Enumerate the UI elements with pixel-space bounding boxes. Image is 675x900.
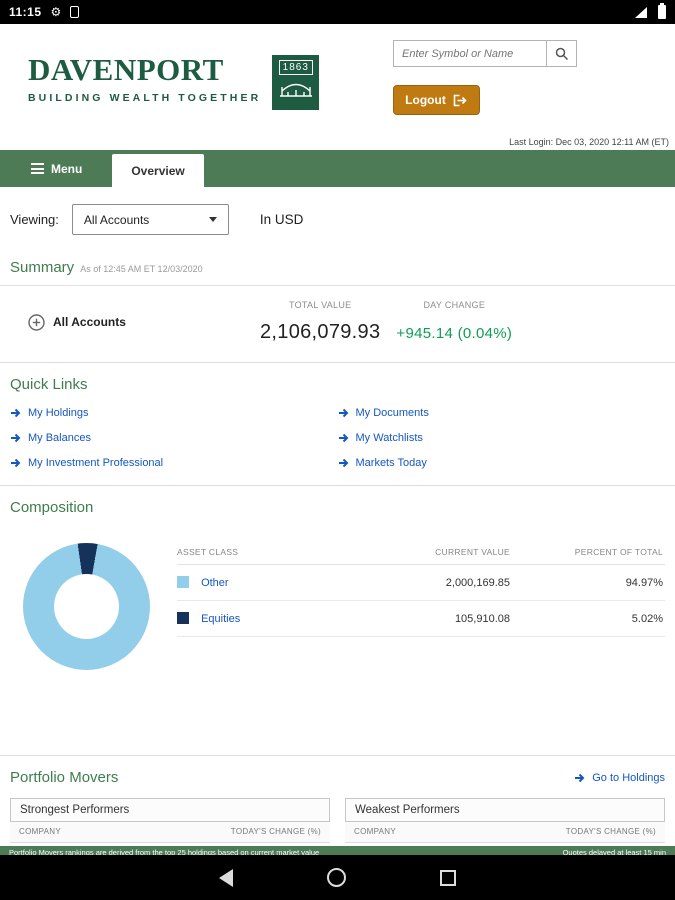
android-nav-bar <box>0 855 675 900</box>
arrow-right-icon <box>338 433 348 443</box>
table-row-other: Other 2,000,169.85 94.97% <box>177 565 665 601</box>
quick-links-grid: My Holdings My Documents My Balances My … <box>10 407 665 469</box>
symbol-search <box>393 40 577 67</box>
arrow-right-icon <box>11 433 21 443</box>
other-current-value: 2,000,169.85 <box>445 576 510 589</box>
total-value-label: TOTAL VALUE <box>288 300 352 310</box>
menu-button[interactable]: Menu <box>0 150 92 187</box>
summary-title: Summary <box>10 259 75 276</box>
account-name: All Accounts <box>53 315 126 329</box>
screenshot-icon <box>70 6 80 18</box>
arrow-right-icon <box>11 408 21 418</box>
equities-percent: 5.02% <box>631 612 663 625</box>
weakest-performers-title: Weakest Performers <box>345 798 665 822</box>
col-todays-change: TODAY'S CHANGE (%) <box>565 827 656 836</box>
viewing-row: Viewing: All Accounts In USD <box>10 204 665 235</box>
summary-row: All Accounts TOTAL VALUE 2,106,079.93 DA… <box>0 286 675 362</box>
bridge-icon <box>279 83 312 97</box>
quick-links-title: Quick Links <box>10 376 88 393</box>
recents-icon[interactable] <box>440 869 456 886</box>
portfolio-movers-title: Portfolio Movers <box>10 769 119 786</box>
arrow-right-icon <box>338 458 348 468</box>
menu-label: Menu <box>51 161 83 176</box>
arrow-right-icon <box>575 773 585 782</box>
link-markets-today[interactable]: Markets Today <box>338 457 666 469</box>
summary-header: Summary As of 12:45 AM ET 12/03/2020 <box>0 235 675 286</box>
composition-donut <box>23 543 150 670</box>
col-company: COMPANY <box>19 827 61 836</box>
link-my-balances[interactable]: My Balances <box>10 432 338 444</box>
link-my-watchlists[interactable]: My Watchlists <box>338 432 666 444</box>
arrow-right-icon <box>338 408 348 418</box>
accounts-dropdown[interactable]: All Accounts <box>71 204 229 235</box>
portfolio-movers-section: Portfolio Movers Go to Holdings Stronges… <box>0 755 675 855</box>
composition-table-header: ASSET CLASS CURRENT VALUE PERCENT OF TOT… <box>177 547 665 565</box>
composition-table: ASSET CLASS CURRENT VALUE PERCENT OF TOT… <box>177 547 665 637</box>
weakest-performers-panel: Weakest Performers COMPANY TODAY'S CHANG… <box>345 798 665 843</box>
strongest-performers-title: Strongest Performers <box>10 798 330 822</box>
col-company: COMPANY <box>354 827 396 836</box>
asset-class-link-other[interactable]: Other <box>201 577 229 589</box>
movers-disclaimer: Portfolio Movers rankings are derived fr… <box>0 846 675 855</box>
other-percent: 94.97% <box>625 576 663 589</box>
quick-links-section: Quick Links My Holdings My Documents My … <box>0 363 675 485</box>
summary-as-of: As of 12:45 AM ET 12/03/2020 <box>80 264 203 274</box>
accounts-dropdown-value: All Accounts <box>83 212 150 227</box>
plus-circle-icon <box>28 313 45 331</box>
app-content: DAVENPORT BUILDING WEALTH TOGETHER 1863 … <box>0 24 675 855</box>
gear-icon: ⚙ <box>50 5 62 19</box>
back-icon[interactable] <box>219 868 233 887</box>
hamburger-icon <box>31 163 44 174</box>
clock: 11:15 <box>9 5 42 19</box>
currency-note: In USD <box>259 212 304 227</box>
col-todays-change: TODAY'S CHANGE (%) <box>230 827 321 836</box>
viewing-label: Viewing: <box>10 212 59 227</box>
search-input[interactable] <box>394 41 546 66</box>
asset-class-link-equities[interactable]: Equities <box>201 613 240 625</box>
col-percent-of-total: PERCENT OF TOTAL <box>574 547 663 557</box>
logo-wordmark: DAVENPORT <box>28 52 224 87</box>
search-icon <box>555 47 568 60</box>
total-value-block: TOTAL VALUE 2,106,079.93 <box>260 300 380 344</box>
android-status-bar: 11:15 ⚙ <box>0 0 675 24</box>
table-row-equities: Equities 105,910.08 5.02% <box>177 601 665 637</box>
account-expander[interactable]: All Accounts <box>28 313 218 331</box>
main-nav-bar: Menu Overview <box>0 150 675 187</box>
equities-current-value: 105,910.08 <box>454 612 510 625</box>
day-change-block: DAY CHANGE +945.14 (0.04%) <box>396 300 512 344</box>
chevron-down-icon <box>208 217 217 222</box>
last-login-text: Last Login: Dec 03, 2020 12:11 AM (ET) <box>509 137 669 147</box>
strongest-performers-panel: Strongest Performers COMPANY TODAY'S CHA… <box>10 798 330 843</box>
day-change-value: +945.14 (0.04%) <box>396 325 513 342</box>
logo-tagline: BUILDING WEALTH TOGETHER <box>28 92 262 104</box>
logo-badge: 1863 <box>272 55 320 110</box>
col-current-value: CURRENT VALUE <box>435 547 510 557</box>
arrow-right-icon <box>11 458 21 468</box>
battery-icon <box>658 3 666 19</box>
header: DAVENPORT BUILDING WEALTH TOGETHER 1863 … <box>0 24 675 150</box>
equities-swatch <box>177 612 189 624</box>
link-my-documents[interactable]: My Documents <box>338 407 666 419</box>
logout-icon <box>453 94 467 106</box>
link-my-investment-professional[interactable]: My Investment Professional <box>10 457 338 469</box>
go-to-holdings-link[interactable]: Go to Holdings <box>574 772 665 784</box>
logout-label: Logout <box>405 93 446 107</box>
home-icon[interactable] <box>327 868 346 887</box>
signal-icon <box>635 6 647 18</box>
composition-title: Composition <box>10 499 94 516</box>
link-my-holdings[interactable]: My Holdings <box>10 407 338 419</box>
logo-badge-year: 1863 <box>278 60 313 75</box>
total-value: 2,106,079.93 <box>260 321 381 343</box>
day-change-label: DAY CHANGE <box>423 300 486 310</box>
davenport-logo[interactable]: DAVENPORT BUILDING WEALTH TOGETHER 1863 <box>28 52 320 110</box>
composition-section: Composition ASSET CLASS CURRENT VALUE PE… <box>0 486 675 670</box>
col-asset-class: ASSET CLASS <box>177 547 239 557</box>
logout-button[interactable]: Logout <box>393 85 480 115</box>
search-button[interactable] <box>546 41 576 66</box>
other-swatch <box>177 576 189 588</box>
tab-overview[interactable]: Overview <box>112 154 204 187</box>
